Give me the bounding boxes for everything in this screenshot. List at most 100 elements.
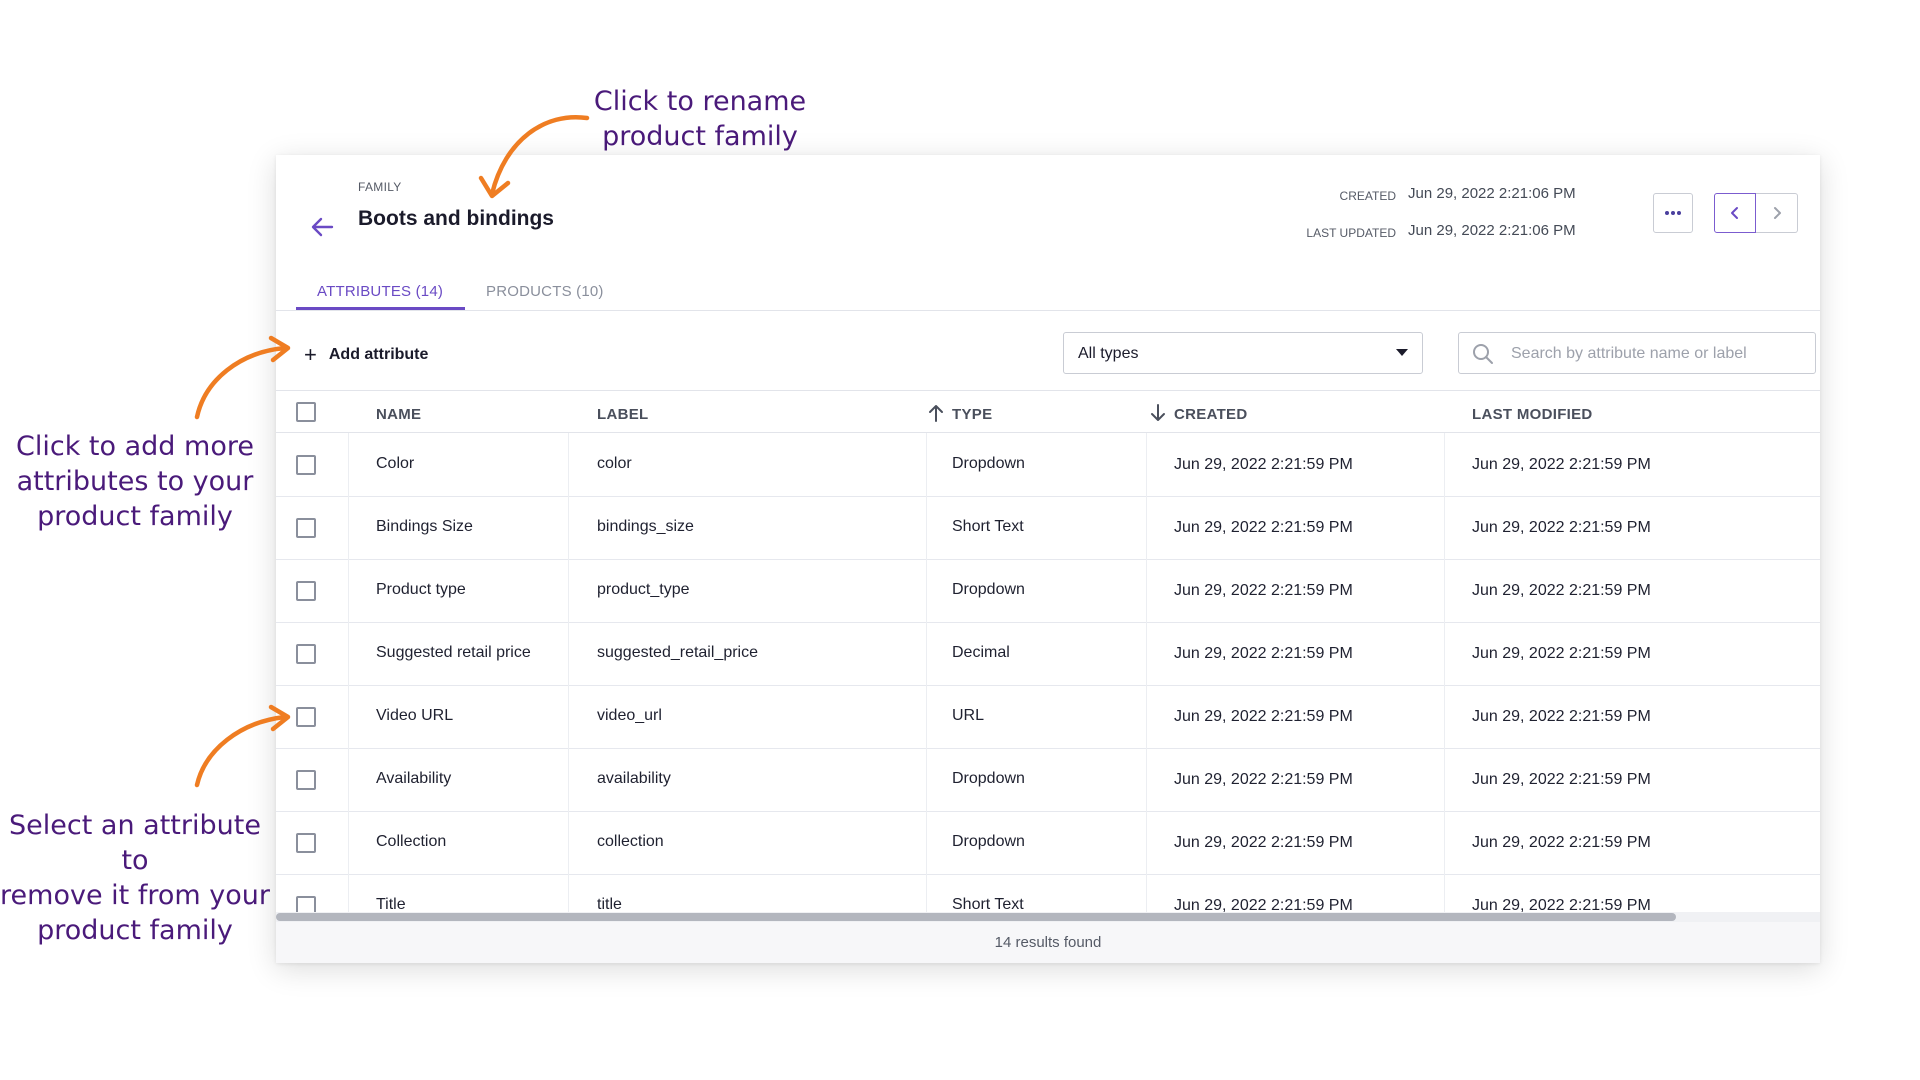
column-header-name[interactable]: NAME xyxy=(376,406,421,423)
cell-name: Title xyxy=(376,896,406,912)
cell-type: Short Text xyxy=(952,518,1024,535)
cell-created: Jun 29, 2022 2:21:59 PM xyxy=(1174,456,1353,473)
cell-type: Dropdown xyxy=(952,581,1025,598)
table-row[interactable]: Bindings Size bindings_size Short Text J… xyxy=(276,496,1820,560)
table-row[interactable]: Product type product_type Dropdown Jun 2… xyxy=(276,559,1820,623)
cell-label: availability xyxy=(597,770,671,787)
column-header-last-modified[interactable]: LAST MODIFIED xyxy=(1472,406,1593,423)
cell-created: Jun 29, 2022 2:21:59 PM xyxy=(1174,834,1353,851)
table-row[interactable]: Availability availability Dropdown Jun 2… xyxy=(276,748,1820,812)
column-divider xyxy=(568,748,569,811)
back-arrow-icon[interactable] xyxy=(308,213,336,241)
row-checkbox[interactable] xyxy=(296,896,316,912)
table-row[interactable]: Collection collection Dropdown Jun 29, 2… xyxy=(276,811,1820,875)
table-row[interactable]: Video URL video_url URL Jun 29, 2022 2:2… xyxy=(276,685,1820,749)
row-checkbox[interactable] xyxy=(296,581,316,601)
cell-name: Product type xyxy=(376,581,466,598)
column-divider xyxy=(568,559,569,622)
row-checkbox[interactable] xyxy=(296,644,316,664)
table-row[interactable]: Suggested retail price suggested_retail_… xyxy=(276,622,1820,686)
cell-type: Dropdown xyxy=(952,770,1025,787)
column-divider xyxy=(348,559,349,622)
cell-created: Jun 29, 2022 2:21:59 PM xyxy=(1174,645,1353,662)
updated-label: LAST UPDATED xyxy=(1306,226,1396,240)
column-divider xyxy=(568,685,569,748)
annotation-line: attributes to your xyxy=(16,466,254,497)
cell-last-modified: Jun 29, 2022 2:21:59 PM xyxy=(1472,771,1651,788)
add-arrow-icon xyxy=(194,345,288,420)
annotation-line: Click to rename xyxy=(593,86,807,117)
cell-created: Jun 29, 2022 2:21:59 PM xyxy=(1174,897,1353,912)
annotation-line: product family xyxy=(37,501,233,532)
family-detail-panel: FAMILY Boots and bindings CREATED Jun 29… xyxy=(276,155,1820,963)
select-arrow-icon xyxy=(194,714,288,788)
scrollbar-thumb[interactable] xyxy=(276,913,1676,921)
column-divider xyxy=(1444,433,1445,496)
column-divider xyxy=(1146,874,1147,912)
horizontal-scrollbar[interactable] xyxy=(276,912,1820,922)
cell-created: Jun 29, 2022 2:21:59 PM xyxy=(1174,519,1353,536)
column-divider xyxy=(568,811,569,874)
search-input[interactable] xyxy=(1509,341,1803,367)
column-divider xyxy=(568,433,569,496)
column-divider xyxy=(348,685,349,748)
add-attribute-label: Add attribute xyxy=(328,346,429,363)
column-divider xyxy=(926,748,927,811)
add-attribute-button[interactable]: + Add attribute xyxy=(304,340,428,370)
annotation-line: Click to add more xyxy=(16,431,254,462)
results-footer: 14 results found xyxy=(276,922,1820,963)
table-row[interactable]: Title title Short Text Jun 29, 2022 2:21… xyxy=(276,874,1820,912)
family-title[interactable]: Boots and bindings xyxy=(358,207,554,231)
row-checkbox[interactable] xyxy=(296,707,316,727)
column-header-type[interactable]: TYPE xyxy=(952,406,992,423)
column-divider xyxy=(1146,685,1147,748)
column-divider xyxy=(1146,811,1147,874)
caret-down-icon xyxy=(1396,349,1408,356)
cell-label: title xyxy=(597,896,622,912)
table-row[interactable]: Color color Dropdown Jun 29, 2022 2:21:5… xyxy=(276,433,1820,497)
row-checkbox[interactable] xyxy=(296,833,316,853)
cell-label: video_url xyxy=(597,707,662,724)
column-divider xyxy=(926,622,927,685)
ellipsis-icon xyxy=(1665,211,1681,215)
column-divider xyxy=(1146,748,1147,811)
annotation-select: Select an attribute to remove it from yo… xyxy=(0,808,270,948)
next-button[interactable] xyxy=(1756,193,1798,233)
column-divider xyxy=(348,811,349,874)
cell-created: Jun 29, 2022 2:21:59 PM xyxy=(1174,708,1353,725)
sort-up-arrow-icon[interactable] xyxy=(928,403,944,423)
annotation-line: Select an attribute to xyxy=(9,810,261,876)
tab-products[interactable]: PRODUCTS (10) xyxy=(486,283,604,300)
column-divider xyxy=(348,433,349,496)
cell-type: Short Text xyxy=(952,896,1024,912)
column-divider xyxy=(1444,811,1445,874)
cell-created: Jun 29, 2022 2:21:59 PM xyxy=(1174,582,1353,599)
more-actions-button[interactable] xyxy=(1653,193,1693,233)
column-divider xyxy=(568,874,569,912)
column-divider xyxy=(568,622,569,685)
column-divider xyxy=(1444,874,1445,912)
cell-label: color xyxy=(597,455,632,472)
previous-button[interactable] xyxy=(1714,193,1756,233)
table-top-rule xyxy=(276,390,1820,391)
search-icon xyxy=(1473,344,1493,364)
row-checkbox[interactable] xyxy=(296,770,316,790)
family-label: FAMILY xyxy=(358,180,402,194)
cell-type: URL xyxy=(952,707,985,724)
column-header-label[interactable]: LABEL xyxy=(597,406,649,423)
row-checkbox[interactable] xyxy=(296,455,316,475)
cell-name: Video URL xyxy=(376,707,454,724)
column-header-created[interactable]: CREATED xyxy=(1174,406,1248,423)
column-divider xyxy=(348,496,349,559)
select-all-checkbox[interactable] xyxy=(296,402,316,422)
column-divider xyxy=(926,433,927,496)
tab-attributes[interactable]: ATTRIBUTES (14) xyxy=(317,283,443,300)
annotation-add: Click to add more attributes to your pro… xyxy=(5,429,265,534)
cell-type: Dropdown xyxy=(952,833,1025,850)
row-checkbox[interactable] xyxy=(296,518,316,538)
sort-down-arrow-icon[interactable] xyxy=(1150,403,1166,423)
column-divider xyxy=(1146,622,1147,685)
annotation-line: product family xyxy=(602,121,798,152)
type-filter-select[interactable]: All types xyxy=(1063,332,1423,374)
cell-type: Decimal xyxy=(952,644,1010,661)
